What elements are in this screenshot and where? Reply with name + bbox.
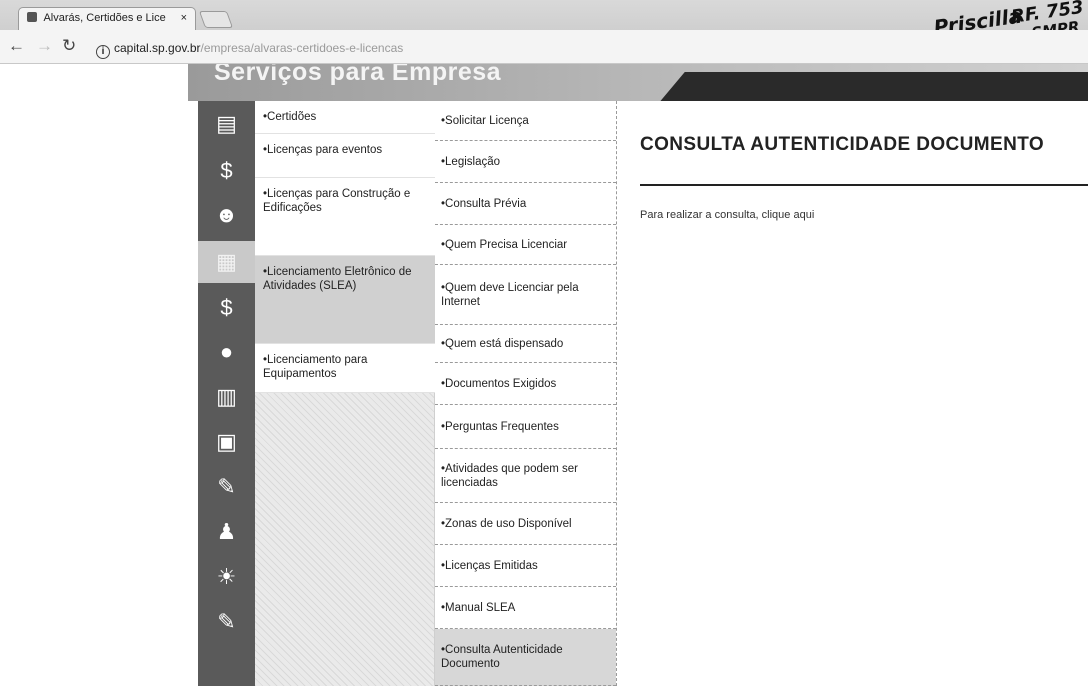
tax-icon[interactable]: $ [198, 287, 255, 329]
address-bar[interactable]: i capital.sp.gov.br/empresa/alvaras-certi… [96, 37, 1076, 59]
form-icon[interactable]: ▣ [198, 421, 255, 463]
browser-toolbar: ← → ↻ i capital.sp.gov.br/empresa/alvaras… [0, 30, 1088, 64]
menu-item-label: Licenças para eventos [263, 144, 382, 156]
menu-item-level-2[interactable]: Licenças Emitidas [435, 545, 616, 587]
here-link[interactable]: aqui [793, 209, 814, 221]
menu-item-label: Zonas de uso Disponível [441, 517, 572, 531]
content-paragraph: Para realizar a consulta, clique aqui [640, 209, 814, 221]
menu-item-level-2[interactable]: Manual SLEA [435, 587, 616, 629]
license-document-icon[interactable]: ▦ [198, 241, 255, 283]
menu-item-level-2[interactable]: Solicitar Licença [435, 101, 616, 141]
icon-sidebar: ▤ $ ☻ ▦ $ ● ▥ ▣ ✎ ♟ ☀ ✎ [198, 101, 255, 686]
menu-item-level-2[interactable]: Consulta Autenticidade Documento [435, 629, 616, 686]
menu-item-level-2[interactable]: Quem Precisa Licenciar [435, 225, 616, 265]
person-icon[interactable]: ● [198, 331, 255, 373]
menu-item-label: Consulta Prévia [441, 197, 526, 211]
pencil-icon[interactable]: ✎ [198, 466, 255, 508]
menu-item-label: Quem está dispensado [441, 337, 563, 351]
url-host: capital.sp.gov.br [114, 41, 201, 55]
browser-tabstrip: Alvarás, Certidões e Lice × [0, 0, 1088, 30]
menu-item-label: Licenciamento para Equipamentos [263, 354, 367, 380]
menu-item-level-1[interactable]: Licenciamento para Equipamentos [255, 344, 435, 393]
tab-close-icon[interactable]: × [181, 8, 187, 29]
menu-item-label: Certidões [263, 111, 316, 123]
menu-item-label: Quem deve Licenciar pela Internet [441, 281, 610, 309]
menu-item-level-1[interactable]: Licenças para eventos [255, 134, 435, 178]
menu-item-label: Perguntas Frequentes [441, 420, 559, 434]
page-title: CONSULTA AUTENTICIDADE DOCUMENTO [640, 134, 1045, 155]
people-icon[interactable]: ♟ [198, 511, 255, 553]
menu-item-level-2[interactable]: Zonas de uso Disponível [435, 503, 616, 545]
menu-item-label: Licenciamento Eletrônico de Atividades (… [263, 266, 412, 292]
building-icon[interactable]: ▥ [198, 376, 255, 418]
page-banner: Serviços para Empresa [188, 64, 1088, 101]
menu-level-2: Solicitar Licença Legislação Consulta Prév… [435, 101, 617, 686]
register-icon[interactable]: ▤ [198, 103, 255, 145]
new-tab-button[interactable] [198, 11, 234, 28]
url-path: /empresa/alvaras-certidoes-e-licencas [200, 41, 404, 55]
menu-item-label: Legislação [441, 155, 500, 169]
menu-item-level-1[interactable]: Certidões [255, 101, 435, 134]
menu-item-level-2[interactable]: Documentos Exigidos [435, 363, 616, 405]
menu-item-label: Atividades que podem ser licenciadas [441, 462, 610, 490]
menu-item-label: Quem Precisa Licenciar [441, 238, 567, 252]
menu-item-level-2[interactable]: Quem deve Licenciar pela Internet [435, 265, 616, 325]
banner-dark-band [651, 72, 1088, 101]
menu-item-label: Licenças Emitidas [441, 559, 538, 573]
menu-item-level-1[interactable]: Licenciamento Eletrônico de Atividades (… [255, 256, 435, 344]
menu-item-level-2[interactable]: Atividades que podem ser licenciadas [435, 449, 616, 503]
back-arrow-icon[interactable]: ← [8, 36, 25, 56]
fee-document-icon[interactable]: $ [198, 150, 255, 192]
menu-item-level-2[interactable]: Consulta Prévia [435, 183, 616, 225]
menu-item-level-2[interactable]: Perguntas Frequentes [435, 405, 616, 449]
reload-icon[interactable]: ↻ [62, 36, 76, 56]
menu-item-label: Manual SLEA [441, 601, 515, 615]
instruction-text: Para realizar a consulta, clique [640, 209, 791, 221]
tab-title: Alvarás, Certidões e Lice [43, 12, 166, 24]
forward-arrow-icon[interactable]: → [36, 36, 53, 56]
menu-item-level-1[interactable]: Licenças para Construção e Edificações [255, 178, 435, 256]
banner-title: Serviços para Empresa [214, 64, 502, 86]
menu-item-level-2[interactable]: Legislação [435, 141, 616, 183]
menu-item-label: Consulta Autenticidade Documento [441, 643, 610, 671]
menu-item-label: Documentos Exigidos [441, 377, 556, 391]
smiley-icon[interactable]: ☻ [198, 194, 255, 236]
title-divider [640, 184, 1088, 186]
menu-item-level-2[interactable]: Quem está dispensado [435, 325, 616, 363]
pencil-icon[interactable]: ✎ [198, 601, 255, 643]
site-info-icon[interactable]: i [96, 45, 110, 59]
browser-tab[interactable]: Alvarás, Certidões e Lice × [18, 7, 196, 30]
lightbulb-icon[interactable]: ☀ [198, 556, 255, 598]
menu-item-label: Licenças para Construção e Edificações [263, 188, 410, 214]
menu-item-label: Solicitar Licença [441, 114, 529, 128]
menu-level-1: Certidões Licenças para eventos Licenças p… [255, 101, 435, 686]
favicon-icon [27, 12, 37, 22]
